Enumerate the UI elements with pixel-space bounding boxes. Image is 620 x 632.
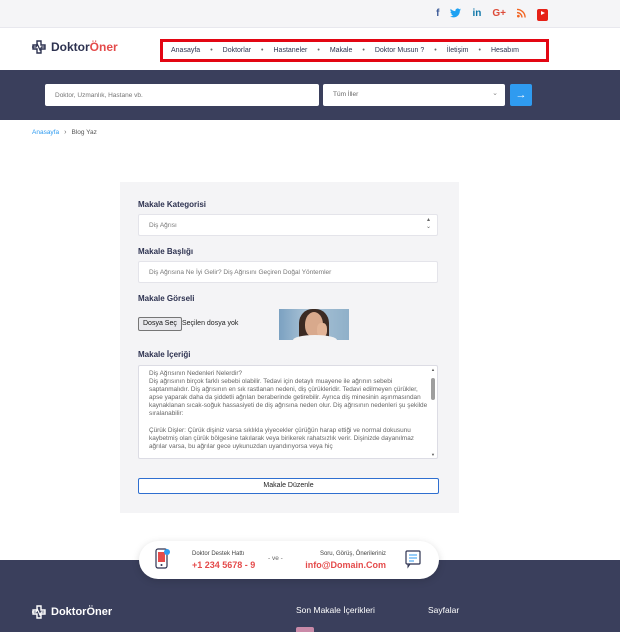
city-select[interactable]: Tüm İller ⌄	[323, 84, 505, 106]
footer-logo-doktor: Doktor	[51, 606, 87, 618]
top-bar: f in G+	[0, 0, 620, 28]
search-input[interactable]	[45, 84, 319, 106]
mobile-phone-icon	[154, 548, 170, 570]
nav-anasayfa[interactable]: Anasayfa	[171, 47, 200, 54]
rss-icon[interactable]	[516, 8, 526, 20]
breadcrumb-separator: ›	[64, 129, 67, 136]
category-select-value: Diş Ağrısı	[149, 222, 177, 229]
scroll-down-icon[interactable]: ▼	[431, 452, 435, 457]
city-select-value: Tüm İller	[333, 91, 359, 98]
submit-article-button[interactable]: Makale Düzenle	[138, 478, 439, 494]
footer-logo-oner: Öner	[86, 606, 113, 618]
twitter-icon[interactable]	[450, 8, 462, 20]
content-paragraph: Diş ağrısının birçok farklı sebebi olabi…	[149, 378, 428, 418]
nav-separator: •	[478, 47, 481, 54]
nav-doktorlar[interactable]: Doktorlar	[223, 47, 251, 54]
content-paragraph: Diş Ağrısının Nedenleri Nelerdir?	[149, 370, 243, 377]
content-paragraph: Çürük Dişler: Çürük dişiniz varsa sıklık…	[149, 426, 414, 450]
file-choose-button[interactable]: Dosya Seç	[138, 317, 182, 331]
logo-text-oner: Öner	[89, 40, 118, 54]
chevron-down-icon: ⌄	[492, 90, 498, 97]
search-band: Tüm İller ⌄ →	[0, 70, 620, 120]
file-status: Seçilen dosya yok	[182, 320, 239, 327]
breadcrumb-current: Blog Yaz	[71, 129, 97, 136]
search-submit-button[interactable]: →	[510, 84, 532, 106]
nav-hesabim[interactable]: Hesabım	[491, 47, 519, 54]
footer-recent-articles-heading: Son Makale İçerikleri	[296, 605, 375, 615]
select-arrows-icon: ▴ ⌄	[425, 217, 431, 230]
scroll-up-icon[interactable]: ▲	[431, 367, 435, 372]
youtube-icon[interactable]	[537, 9, 548, 21]
breadcrumb-home[interactable]: Anasayfa	[32, 129, 59, 136]
nav-separator: •	[362, 47, 365, 54]
googleplus-icon[interactable]: G+	[492, 8, 506, 20]
arrow-right-icon: →	[515, 89, 527, 101]
site-header: Doktor Öner Anasayfa • Doktorlar • Hasta…	[0, 28, 620, 70]
nav-separator: •	[317, 47, 320, 54]
category-select[interactable]: Diş Ağrısı ▴ ⌄	[138, 214, 438, 236]
support-connector: - ve -	[268, 555, 283, 562]
title-input[interactable]: Diş Ağrısına Ne İyi Gelir? Diş Ağrısını …	[138, 261, 438, 283]
linkedin-icon[interactable]: in	[472, 8, 481, 20]
content-text: Diş Ağrısının Nedenleri Nelerdir? Diş ağ…	[149, 370, 431, 451]
textarea-scrollbar[interactable]: ▲ ▼	[430, 367, 436, 457]
title-label: Makale Başlığı	[138, 247, 194, 256]
title-input-value: Diş Ağrısına Ne İyi Gelir? Diş Ağrısını …	[149, 269, 332, 276]
logo-cross-icon	[32, 40, 48, 54]
nav-makale[interactable]: Makale	[330, 47, 353, 54]
nav-doktor-musun[interactable]: Doktor Musun ?	[375, 47, 424, 54]
support-contact-bar: Doktor Destek Hattı +1 234 5678 - 9 - ve…	[139, 541, 439, 579]
scrollbar-thumb[interactable]	[431, 378, 435, 400]
content-label: Makale İçeriği	[138, 350, 191, 359]
footer-article-thumbnail[interactable]	[296, 627, 314, 632]
support-line-label: Doktor Destek Hattı	[192, 551, 245, 557]
feedback-email[interactable]: info@Domain.Com	[305, 560, 386, 570]
content-textarea[interactable]: Diş Ağrısının Nedenleri Nelerdir? Diş ağ…	[138, 365, 438, 459]
facebook-icon[interactable]: f	[436, 8, 439, 20]
main-nav: Anasayfa • Doktorlar • Hastaneler • Maka…	[160, 39, 549, 62]
article-form: Makale Kategorisi Diş Ağrısı ▴ ⌄ Makale B…	[120, 182, 459, 513]
nav-separator: •	[261, 47, 264, 54]
nav-separator: •	[434, 47, 437, 54]
support-phone[interactable]: +1 234 5678 - 9	[192, 560, 255, 570]
footer-logo[interactable]: Doktor Öner	[32, 605, 112, 619]
footer-pages-heading: Sayfalar	[428, 605, 460, 615]
image-label: Makale Görseli	[138, 294, 195, 303]
logo-text-doktor: Doktor	[51, 40, 90, 54]
social-links: f in G+	[436, 8, 548, 21]
article-image-preview	[279, 309, 349, 340]
logo-cross-icon	[32, 605, 48, 619]
site-logo[interactable]: Doktor Öner	[32, 40, 118, 54]
nav-separator: •	[210, 47, 213, 54]
chat-message-icon	[404, 549, 424, 569]
feedback-label: Soru, Görüş, Önerileriniz	[319, 551, 386, 557]
nav-iletisim[interactable]: İletişim	[447, 47, 469, 54]
breadcrumb: Anasayfa › Blog Yaz	[32, 129, 97, 136]
nav-hastaneler[interactable]: Hastaneler	[274, 47, 308, 54]
category-label: Makale Kategorisi	[138, 200, 207, 209]
